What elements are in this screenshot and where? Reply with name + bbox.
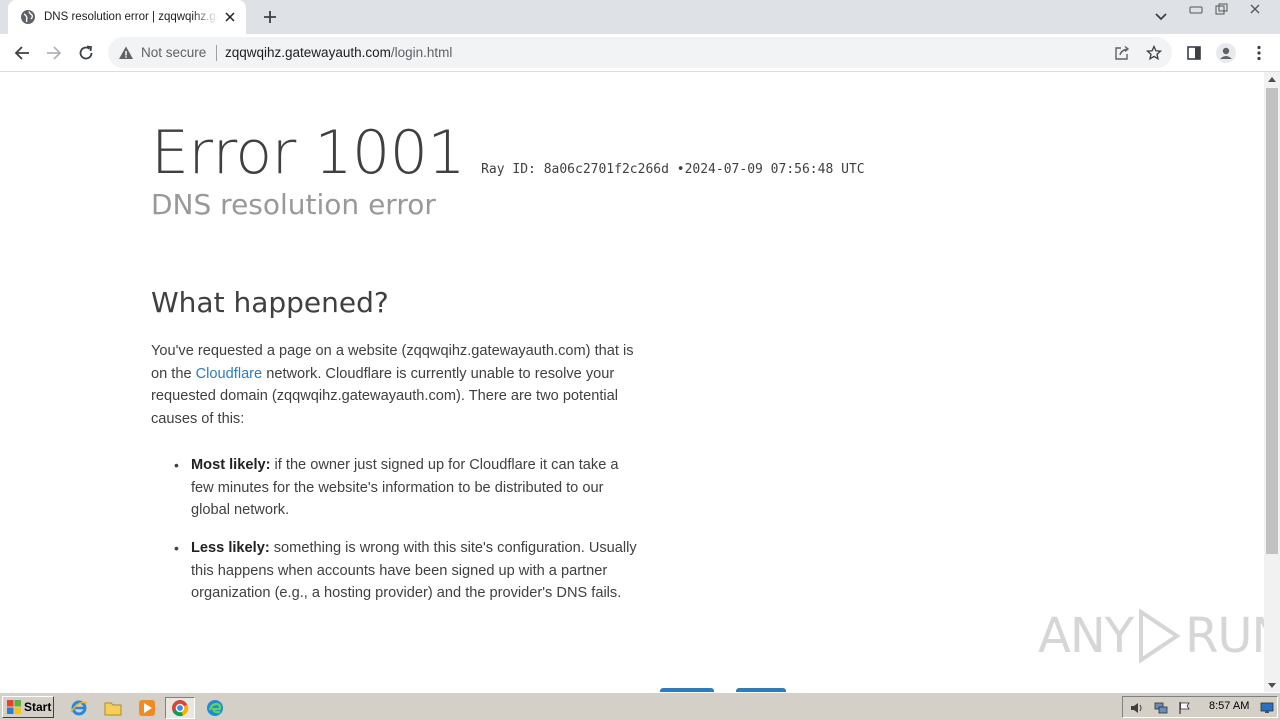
network-tray-button[interactable] xyxy=(1153,700,1169,716)
restore-button[interactable] xyxy=(1208,0,1234,18)
reload-button[interactable] xyxy=(72,39,100,67)
error-title: DNS resolution error xyxy=(151,188,436,221)
cause-item: Most likely: if the owner just signed up… xyxy=(174,454,641,522)
url-path: /login.html xyxy=(390,45,453,60)
new-tab-button[interactable] xyxy=(258,5,282,29)
taskbar-clock[interactable]: 8:57 AM xyxy=(1209,700,1249,712)
minimize-icon xyxy=(1189,6,1203,14)
media-player-taskbar-button[interactable] xyxy=(136,697,158,719)
volume-tray-button[interactable] xyxy=(1129,700,1145,716)
restore-icon xyxy=(1215,3,1228,15)
bullet-separator: • xyxy=(676,162,685,177)
windows-logo-icon xyxy=(7,700,21,714)
share-icon xyxy=(1115,45,1130,60)
cause-item: Less likely: something is wrong with thi… xyxy=(174,537,641,605)
show-desktop-button[interactable] xyxy=(1259,700,1275,716)
cloudflare-link[interactable]: Cloudflare xyxy=(196,366,263,382)
flag-icon xyxy=(1179,702,1190,714)
share-button[interactable] xyxy=(1111,42,1133,64)
url-host: zqqwqihz.gatewayauth.com xyxy=(225,45,391,60)
side-panel-button[interactable] xyxy=(1180,39,1208,67)
triangle-up-icon xyxy=(1268,76,1276,82)
warning-triangle-icon[interactable] xyxy=(118,45,134,61)
anyrun-watermark: ANY RUN xyxy=(1038,608,1264,664)
folder-icon xyxy=(104,702,122,716)
scroll-thumb[interactable] xyxy=(1266,88,1278,554)
edge-icon xyxy=(207,700,223,716)
kebab-menu-icon xyxy=(1257,45,1261,61)
watermark-text-left: ANY xyxy=(1038,608,1134,664)
close-window-button[interactable] xyxy=(1238,0,1272,18)
reload-icon xyxy=(79,45,93,60)
profile-button[interactable] xyxy=(1212,39,1240,67)
cause-label: Less likely: xyxy=(191,540,270,556)
system-tray: 8:57 AM xyxy=(1122,696,1278,718)
explanation-paragraph: You've requested a page on a website (zq… xyxy=(151,340,641,430)
scroll-down-arrow[interactable] xyxy=(1264,678,1280,692)
plus-icon xyxy=(264,11,276,23)
error-code: Error 1001 xyxy=(151,118,466,188)
start-label: Start xyxy=(24,700,52,714)
edge-taskbar-button[interactable] xyxy=(204,697,226,719)
triangle-down-icon xyxy=(1268,682,1276,688)
ie-taskbar-button[interactable] xyxy=(68,697,90,719)
browser-tab[interactable]: DNS resolution error | zqqwqihz.gatewaya… xyxy=(8,0,246,34)
address-bar[interactable]: Not secure zqqwqihz.gatewayauth.com/logi… xyxy=(108,37,1172,68)
back-button[interactable] xyxy=(8,39,36,67)
vertical-scrollbar[interactable] xyxy=(1264,72,1280,692)
close-icon xyxy=(1250,4,1260,14)
ray-id: Ray ID: 8a06c2701f2c266d xyxy=(481,162,669,177)
watermark-text-right: RUN xyxy=(1185,608,1264,664)
play-logo-icon xyxy=(1139,609,1181,663)
error-timestamp: 2024-07-09 07:56:48 UTC xyxy=(684,162,865,177)
cause-label: Most likely: xyxy=(191,457,271,473)
page-viewport: Error 1001 Ray ID: 8a06c2701f2c266d •202… xyxy=(0,72,1264,692)
star-icon xyxy=(1146,45,1162,61)
security-label[interactable]: Not secure xyxy=(141,45,206,60)
close-tab-icon[interactable] xyxy=(222,9,238,25)
internet-explorer-icon xyxy=(70,700,88,716)
chevron-down-icon xyxy=(1155,13,1167,21)
chrome-taskbar-button[interactable] xyxy=(165,697,195,719)
minimize-button[interactable] xyxy=(1183,0,1209,18)
start-button[interactable]: Start xyxy=(2,696,54,718)
media-player-icon xyxy=(139,700,155,716)
side-panel-icon xyxy=(1187,46,1201,60)
forward-button[interactable] xyxy=(40,39,68,67)
arrow-left-icon xyxy=(14,46,29,60)
windows-taskbar: Start 8:57 AM xyxy=(0,692,1280,720)
error-header: Error 1001 Ray ID: 8a06c2701f2c266d •202… xyxy=(151,118,865,188)
omnibox-separator xyxy=(216,45,217,61)
scroll-up-arrow[interactable] xyxy=(1264,72,1280,86)
explorer-taskbar-button[interactable] xyxy=(102,697,124,719)
action-center-tray-button[interactable] xyxy=(1177,700,1193,716)
network-icon xyxy=(1154,702,1168,714)
avatar-icon xyxy=(1216,43,1236,63)
chrome-icon xyxy=(172,700,189,717)
url-text[interactable]: zqqwqihz.gatewayauth.com/login.html xyxy=(225,45,452,60)
section-title: What happened? xyxy=(151,286,389,319)
bookmark-button[interactable] xyxy=(1143,42,1165,64)
tab-strip: DNS resolution error | zqqwqihz.gatewaya… xyxy=(0,0,1280,34)
globe-icon xyxy=(21,10,35,24)
ray-info: Ray ID: 8a06c2701f2c266d •2024-07-09 07:… xyxy=(481,162,865,177)
arrow-right-icon xyxy=(47,46,62,60)
browser-toolbar: Not secure zqqwqihz.gatewayauth.com/logi… xyxy=(0,34,1280,72)
speaker-icon xyxy=(1131,703,1142,713)
menu-button[interactable] xyxy=(1245,39,1273,67)
tab-title: DNS resolution error | zqqwqihz.gatewaya… xyxy=(44,11,218,23)
tab-search-button[interactable] xyxy=(1150,6,1172,28)
desktop-icon xyxy=(1260,702,1274,713)
